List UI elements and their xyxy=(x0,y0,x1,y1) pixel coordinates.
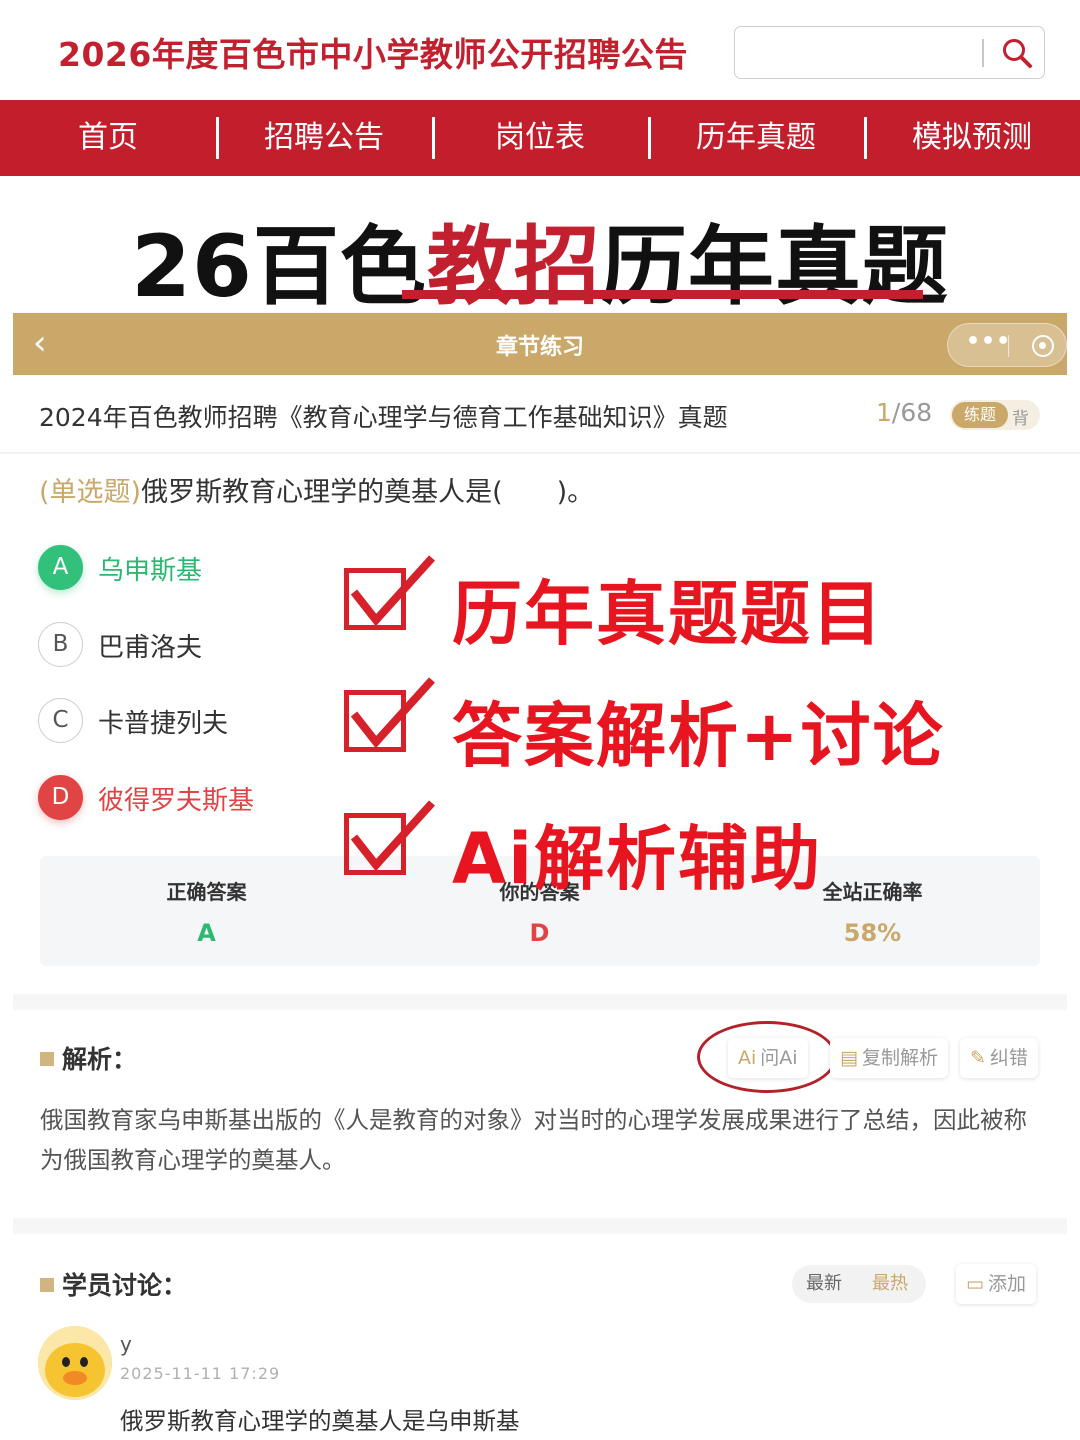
option-letter: A xyxy=(38,545,83,590)
nav-mock-tests[interactable]: 模拟预测 xyxy=(864,100,1080,176)
stat-value: A xyxy=(197,919,216,947)
report-error-button[interactable]: ✎ 纠错 xyxy=(960,1038,1038,1078)
promo-text: 答案解析+讨论 xyxy=(452,695,945,777)
close-target-icon[interactable] xyxy=(1032,335,1054,357)
exam-info-row: 2024年百色教师招聘《教育心理学与德育工作基础知识》真题 1/68 练题 背 xyxy=(0,376,1080,454)
option-label: 卡普捷列夫 xyxy=(98,709,229,739)
analysis-heading-text: 解析： xyxy=(62,1045,138,1074)
promo-headline: 26百色教招历年真题 xyxy=(0,196,1080,321)
sort-toggle: 最新 最热 xyxy=(792,1265,926,1303)
main-nav: 首页 招聘公告 岗位表 历年真题 模拟预测 xyxy=(0,100,1080,176)
mode-toggle[interactable]: 练题 背 xyxy=(950,400,1040,430)
check-icon xyxy=(350,677,435,749)
document-icon: ▤ xyxy=(840,1047,858,1069)
promo-item-3: Ai解析辅助 xyxy=(340,800,1060,900)
stat-value: 58% xyxy=(843,919,902,947)
avatar-duck-icon xyxy=(38,1326,112,1400)
discussion-heading-text: 学员讨论： xyxy=(62,1271,188,1300)
option-letter: D xyxy=(38,775,83,820)
nav-announcement[interactable]: 招聘公告 xyxy=(216,100,432,176)
sort-latest[interactable]: 最新 xyxy=(806,1265,842,1303)
option-label: 彼得罗夫斯基 xyxy=(98,786,255,816)
miniapp-capsule: ••• xyxy=(947,323,1067,367)
option-label: 巴甫洛夫 xyxy=(98,633,203,663)
site-header: 2026年度百色市中小学教师公开招聘公告 xyxy=(0,0,1080,100)
headline-part1: 26百色 xyxy=(131,217,427,317)
headline-part3: 历年真题 xyxy=(600,217,949,317)
copy-analysis-button[interactable]: ▤ 复制解析 xyxy=(830,1038,948,1078)
question-counter: 1/68 xyxy=(876,398,932,427)
exam-title: 2024年百色教师招聘《教育心理学与德育工作基础知识》真题 xyxy=(39,403,728,432)
chapter-bar: ‹ 章节练习 ••• xyxy=(13,313,1067,375)
avatar[interactable] xyxy=(38,1326,112,1400)
nav-home[interactable]: 首页 xyxy=(0,100,216,176)
promo-item-2: 答案解析+讨论 xyxy=(340,677,1060,777)
stat-value: D xyxy=(529,919,550,947)
mode-practice[interactable]: 练题 xyxy=(952,402,1008,428)
comment-text: 俄罗斯教育心理学的奠基人是乌申斯基 xyxy=(120,1407,520,1435)
promo-text: Ai解析辅助 xyxy=(452,818,823,900)
option-letter: B xyxy=(38,622,83,667)
section-divider xyxy=(13,994,1067,1010)
search-box[interactable] xyxy=(734,26,1045,79)
option-label: 乌申斯基 xyxy=(98,556,203,586)
report-label: 纠错 xyxy=(989,1047,1028,1069)
comment-username: y xyxy=(120,1332,132,1356)
add-comment-button[interactable]: ▭ 添加 xyxy=(956,1264,1036,1304)
search-divider xyxy=(982,39,984,67)
option-letter: C xyxy=(38,698,83,743)
comment-icon: ▭ xyxy=(966,1273,984,1295)
site-title[interactable]: 2026年度百色市中小学教师公开招聘公告 xyxy=(58,28,688,76)
section-marker-icon xyxy=(40,1278,54,1292)
question-stem: 俄罗斯教育心理学的奠基人是( )。 xyxy=(141,477,595,508)
analysis-heading: 解析： xyxy=(40,1040,137,1076)
stat-correct-answer: 正确答案 A xyxy=(40,876,373,947)
section-divider xyxy=(13,1218,1067,1234)
search-input[interactable] xyxy=(745,35,975,69)
edit-icon: ✎ xyxy=(970,1047,986,1069)
capsule-divider xyxy=(1008,335,1009,357)
highlight-circle xyxy=(697,1021,837,1093)
headline-underline xyxy=(402,290,923,299)
copy-label: 复制解析 xyxy=(861,1047,938,1069)
comment-timestamp: 2025-11-11 17:29 xyxy=(120,1364,281,1383)
counter-current: 1 xyxy=(876,398,892,427)
question-text: (单选题)俄罗斯教育心理学的奠基人是( )。 xyxy=(39,470,594,509)
check-icon xyxy=(350,555,435,627)
sort-hot[interactable]: 最热 xyxy=(872,1265,908,1303)
question-type-tag: (单选题) xyxy=(39,477,142,508)
nav-positions[interactable]: 岗位表 xyxy=(432,100,648,176)
counter-total: /68 xyxy=(891,398,933,427)
section-marker-icon xyxy=(40,1052,54,1066)
chapter-title: 章节练习 xyxy=(495,335,584,360)
discussion-heading: 学员讨论： xyxy=(40,1266,187,1302)
promo-text: 历年真题题目 xyxy=(452,573,884,655)
promo-item-1: 历年真题题目 xyxy=(340,555,1060,655)
nav-past-exams[interactable]: 历年真题 xyxy=(648,100,864,176)
check-icon xyxy=(350,800,435,872)
mode-recite[interactable]: 背 xyxy=(1012,404,1029,429)
analysis-text: 俄国教育家乌申斯基出版的《人是教育的对象》对当时的心理学发展成果进行了总结，因此… xyxy=(40,1106,1027,1174)
headline-part2: 教招 xyxy=(426,217,601,317)
add-label: 添加 xyxy=(987,1273,1026,1295)
search-icon[interactable] xyxy=(1000,36,1034,70)
more-icon[interactable]: ••• xyxy=(966,329,1011,354)
stat-label: 正确答案 xyxy=(166,880,247,904)
